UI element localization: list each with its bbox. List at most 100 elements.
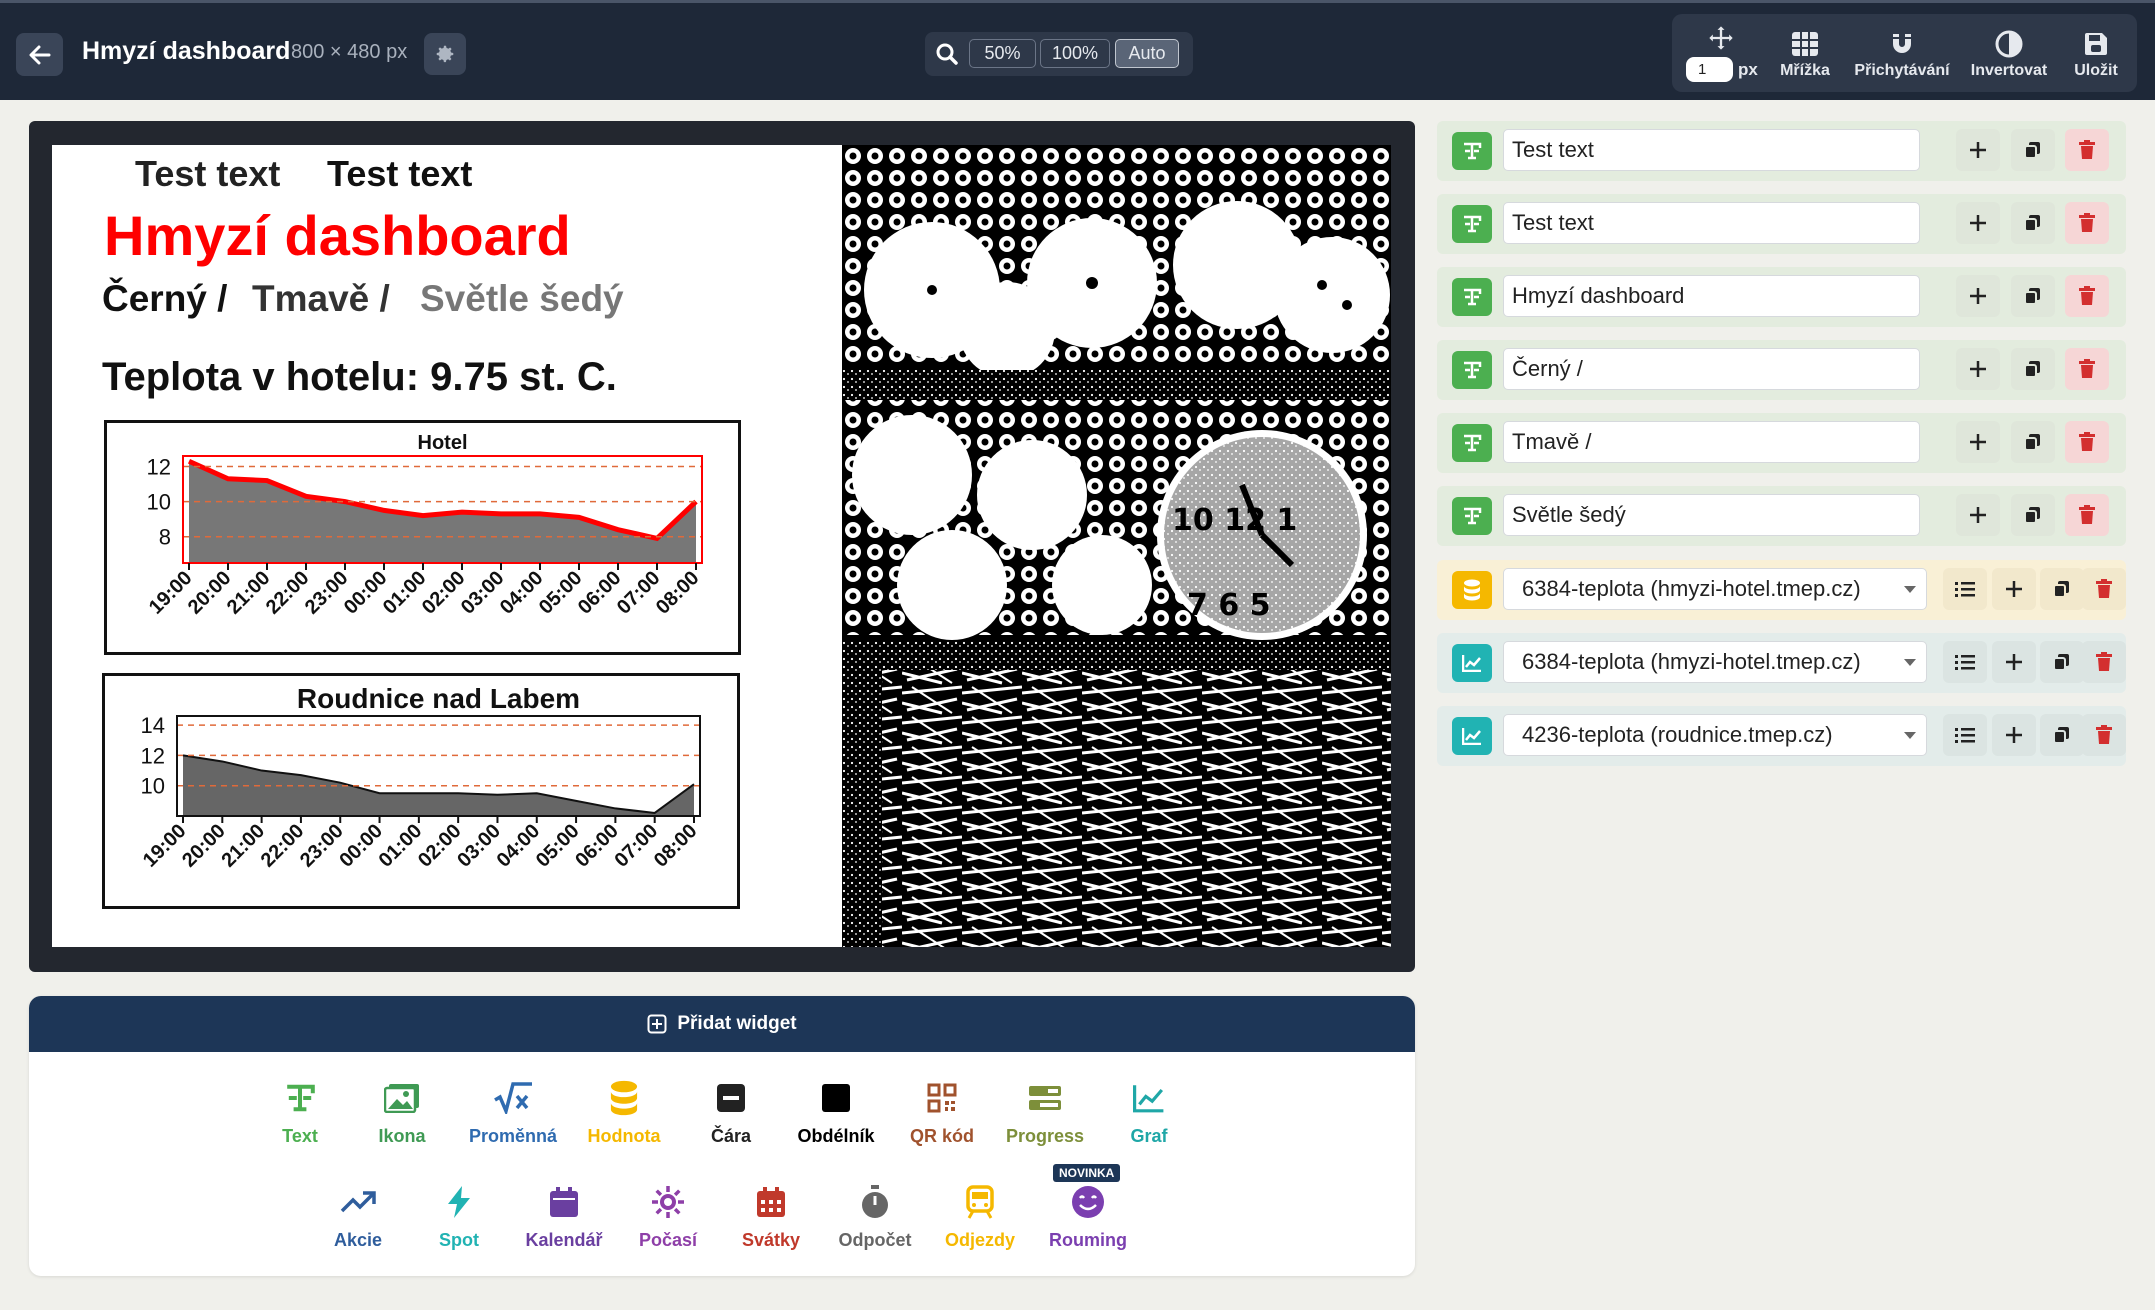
widget-departures[interactable]: Odjezdy <box>925 1180 1035 1251</box>
duplicate-button[interactable] <box>2040 641 2084 683</box>
delete-button[interactable] <box>2065 421 2109 463</box>
back-button[interactable] <box>16 33 63 76</box>
test-text-1[interactable]: Test text <box>135 153 280 195</box>
widget-label: Proměnná <box>468 1126 558 1146</box>
text-icon <box>1464 215 1482 233</box>
layer-row[interactable]: 4236-teplota (roudnice.tmep.cz) <box>1437 706 2126 766</box>
list-button[interactable] <box>1943 568 1987 610</box>
duplicate-button[interactable] <box>2040 714 2084 756</box>
add-button[interactable] <box>1956 202 2000 244</box>
y-tick-label: 10 <box>147 490 171 515</box>
layer-row[interactable]: Tmavě / <box>1437 413 2126 473</box>
widget-spot[interactable]: Spot <box>404 1180 514 1251</box>
headline-text[interactable]: Hmyzí dashboard <box>104 203 571 268</box>
duplicate-button[interactable] <box>2011 348 2055 390</box>
widget-icon[interactable]: Ikona <box>347 1076 457 1147</box>
widget-weather[interactable]: Počasí <box>613 1180 723 1251</box>
insect-hotel-image[interactable]: 10 12 1 7 6 5 <box>842 145 1391 947</box>
shade-dark-text[interactable]: Tmavě / <box>252 278 390 320</box>
duplicate-button[interactable] <box>2040 568 2084 610</box>
copy-icon <box>2024 142 2040 159</box>
x-tick-label: 03:00 <box>453 820 505 872</box>
duplicate-button[interactable] <box>2011 275 2055 317</box>
layer-row[interactable]: Černý / <box>1437 340 2126 400</box>
progress-icon <box>1029 1086 1061 1110</box>
list-button[interactable] <box>1943 714 1987 756</box>
delete-button[interactable] <box>2065 494 2109 536</box>
snap-toggle[interactable]: Přichytávání <box>1850 14 1954 92</box>
layer-row[interactable]: 6384-teplota (hmyzi-hotel.tmep.cz) <box>1437 560 2126 620</box>
add-button[interactable] <box>1956 494 2000 536</box>
widget-value[interactable]: Hodnota <box>569 1076 679 1147</box>
grid-toggle[interactable]: Mřížka <box>1772 14 1838 92</box>
widget-chart[interactable]: Graf <box>1094 1076 1204 1147</box>
add-button[interactable] <box>1992 568 2036 610</box>
chart-hotel[interactable]: Hotel 8 10 12 19:00 20:00 21:00 22:00 23:00 00:00… <box>104 420 741 655</box>
widget-rouming[interactable]: Rouming <box>1033 1180 1143 1251</box>
test-text-2[interactable]: Test text <box>327 153 472 195</box>
settings-button[interactable] <box>424 33 466 75</box>
invert-toggle[interactable]: Invertovat <box>1964 14 2054 92</box>
layer-text-input[interactable]: Černý / <box>1503 348 1920 390</box>
delete-button[interactable] <box>2065 348 2109 390</box>
add-button[interactable] <box>1992 714 2036 756</box>
delete-button[interactable] <box>2082 714 2126 756</box>
widget-text[interactable]: Text <box>245 1076 355 1147</box>
widget-progress[interactable]: Progress <box>990 1076 1100 1147</box>
bolt-icon <box>448 1186 470 1218</box>
chart-roudnice[interactable]: Roudnice nad Labem 10 12 14 19:00 20:00 21:00 2… <box>102 673 740 909</box>
layer-row[interactable]: Test text <box>1437 194 2126 254</box>
delete-button[interactable] <box>2065 275 2109 317</box>
add-button[interactable] <box>1956 348 2000 390</box>
widget-calendar[interactable]: Kalendář <box>509 1180 619 1251</box>
widget-variable[interactable]: Proměnná <box>458 1076 568 1147</box>
shade-black-text[interactable]: Černý / <box>102 278 227 320</box>
zoom-auto-button[interactable]: Auto <box>1115 39 1179 68</box>
add-widget-panel: Přidat widget Text Ikona Proměnná Hodnot… <box>29 996 1415 1276</box>
duplicate-button[interactable] <box>2011 494 2055 536</box>
widget-label: Svátky <box>741 1230 801 1250</box>
layer-text-input[interactable]: Test text <box>1503 202 1920 244</box>
qrcode-icon <box>927 1083 957 1113</box>
data-source-select[interactable]: 6384-teplota (hmyzi-hotel.tmep.cz) <box>1503 568 1927 610</box>
add-widget-header[interactable]: Přidat widget <box>29 996 1415 1052</box>
delete-button[interactable] <box>2065 202 2109 244</box>
layer-row[interactable]: Test text <box>1437 121 2126 181</box>
layer-text-input[interactable]: Test text <box>1503 129 1920 171</box>
add-button[interactable] <box>1956 275 2000 317</box>
layer-text-input[interactable]: Tmavě / <box>1503 421 1920 463</box>
widget-holidays[interactable]: Svátky <box>716 1180 826 1251</box>
widget-stocks[interactable]: Akcie <box>303 1180 413 1251</box>
data-source-select[interactable]: 6384-teplota (hmyzi-hotel.tmep.cz) <box>1503 641 1927 683</box>
add-button[interactable] <box>1992 641 2036 683</box>
add-button[interactable] <box>1956 421 2000 463</box>
duplicate-button[interactable] <box>2011 421 2055 463</box>
layer-row[interactable]: Hmyzí dashboard <box>1437 267 2126 327</box>
zoom-100-button[interactable]: 100% <box>1040 39 1110 68</box>
widget-countdown[interactable]: Odpočet <box>820 1180 930 1251</box>
layer-text-input[interactable]: Světle šedý <box>1503 494 1920 536</box>
duplicate-button[interactable] <box>2011 129 2055 171</box>
delete-button[interactable] <box>2082 568 2126 610</box>
duplicate-button[interactable] <box>2011 202 2055 244</box>
move-icon <box>1709 26 1733 50</box>
shade-light-text[interactable]: Světle šedý <box>420 278 624 320</box>
zoom-50-button[interactable]: 50% <box>969 39 1036 68</box>
save-button[interactable]: Uložit <box>2064 14 2128 92</box>
step-unit: px <box>1738 60 1758 79</box>
step-input[interactable]: 1 <box>1686 57 1733 82</box>
layer-text-input[interactable]: Hmyzí dashboard <box>1503 275 1920 317</box>
widget-rectangle[interactable]: Obdélník <box>781 1076 891 1147</box>
canvas-preview[interactable]: 10 12 1 7 6 5 Test text Test text Hmyzí … <box>52 145 1391 947</box>
widget-line[interactable]: Čára <box>676 1076 786 1147</box>
data-source-select[interactable]: 4236-teplota (roudnice.tmep.cz) <box>1503 714 1927 756</box>
grid-label: Mřížka <box>1780 62 1830 79</box>
delete-button[interactable] <box>2082 641 2126 683</box>
delete-button[interactable] <box>2065 129 2109 171</box>
temperature-text[interactable]: Teplota v hotelu: 9.75 st. C. <box>102 355 617 400</box>
widget-qr[interactable]: QR kód <box>887 1076 997 1147</box>
layer-row[interactable]: Světle šedý <box>1437 486 2126 546</box>
layer-row[interactable]: 6384-teplota (hmyzi-hotel.tmep.cz) <box>1437 633 2126 693</box>
add-button[interactable] <box>1956 129 2000 171</box>
list-button[interactable] <box>1943 641 1987 683</box>
